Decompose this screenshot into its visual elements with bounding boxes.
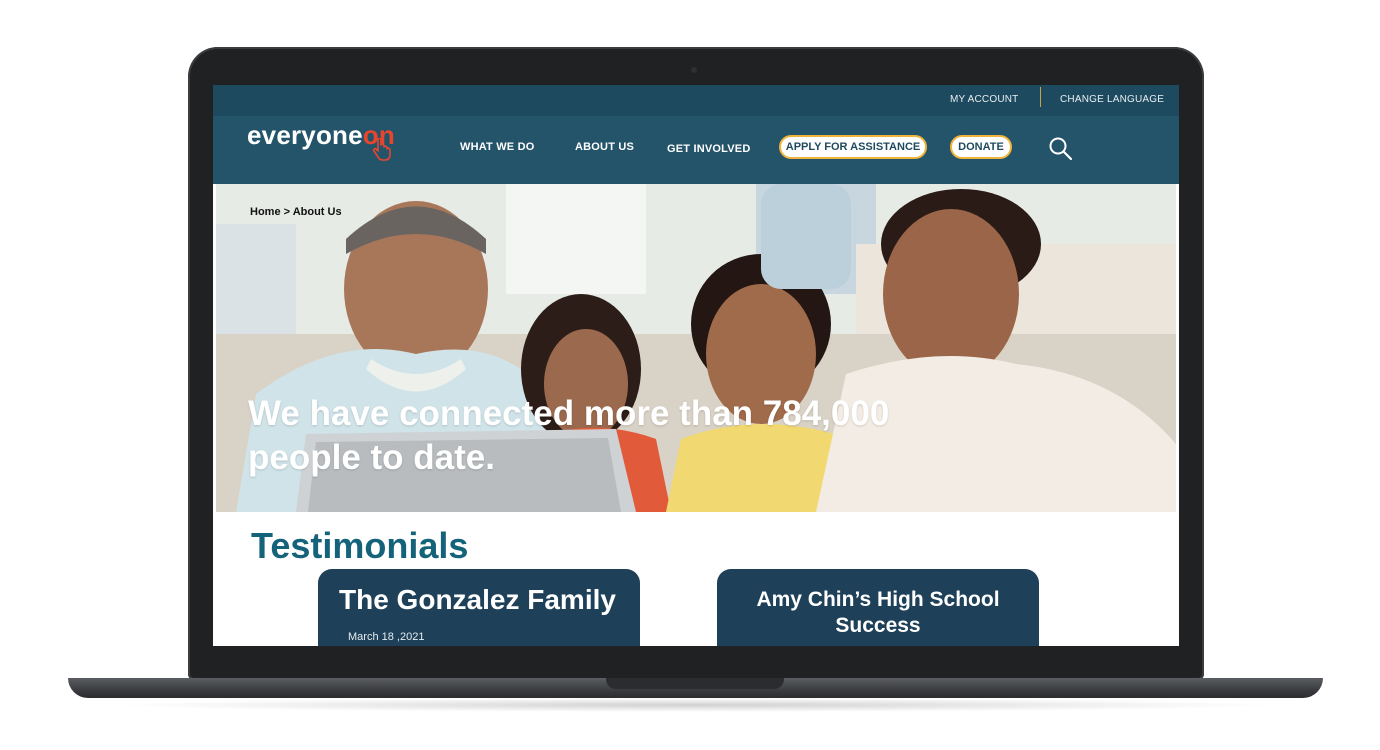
change-language-link[interactable]: CHANGE LANGUAGE bbox=[1060, 94, 1164, 105]
testimonial-card-amy-chin[interactable]: Amy Chin’s High School Success bbox=[717, 569, 1039, 646]
nav-what-we-do[interactable]: WHAT WE DO bbox=[460, 141, 535, 153]
webcam bbox=[691, 67, 697, 73]
hero-banner: Home > About Us We have connected more t… bbox=[216, 184, 1176, 512]
laptop-shadow bbox=[110, 698, 1280, 712]
utility-bar: MY ACCOUNT CHANGE LANGUAGE bbox=[213, 85, 1179, 116]
laptop-screen: MY ACCOUNT CHANGE LANGUAGE everyoneon WH… bbox=[213, 85, 1179, 646]
utility-divider bbox=[1040, 87, 1041, 107]
my-account-link[interactable]: MY ACCOUNT bbox=[950, 94, 1019, 105]
main-navbar: everyoneon WHAT WE DO ABOUT US GET INVOL… bbox=[213, 116, 1179, 184]
testimonial-title: The Gonzalez Family bbox=[339, 584, 616, 615]
hero-headline: We have connected more than 784,000 peop… bbox=[248, 394, 890, 477]
laptop-notch bbox=[606, 678, 784, 689]
testimonial-date: March 18 ,2021 bbox=[348, 631, 425, 643]
testimonials-heading: Testimonials bbox=[251, 525, 469, 566]
breadcrumb[interactable]: Home > About Us bbox=[250, 206, 342, 218]
testimonial-title: Amy Chin’s High School Success bbox=[756, 588, 1000, 637]
donate-button[interactable]: DONATE bbox=[950, 135, 1012, 159]
search-icon[interactable] bbox=[1048, 136, 1074, 162]
nav-about-us[interactable]: ABOUT US bbox=[575, 141, 634, 153]
apply-for-assistance-button[interactable]: APPLY FOR ASSISTANCE bbox=[779, 135, 927, 159]
testimonial-card-gonzalez[interactable]: The Gonzalez Family March 18 ,2021 bbox=[318, 569, 640, 646]
logo-text: everyone bbox=[247, 120, 363, 150]
nav-get-involved[interactable]: GET INVOLVED bbox=[667, 143, 750, 155]
pointer-hand-icon bbox=[372, 138, 391, 161]
